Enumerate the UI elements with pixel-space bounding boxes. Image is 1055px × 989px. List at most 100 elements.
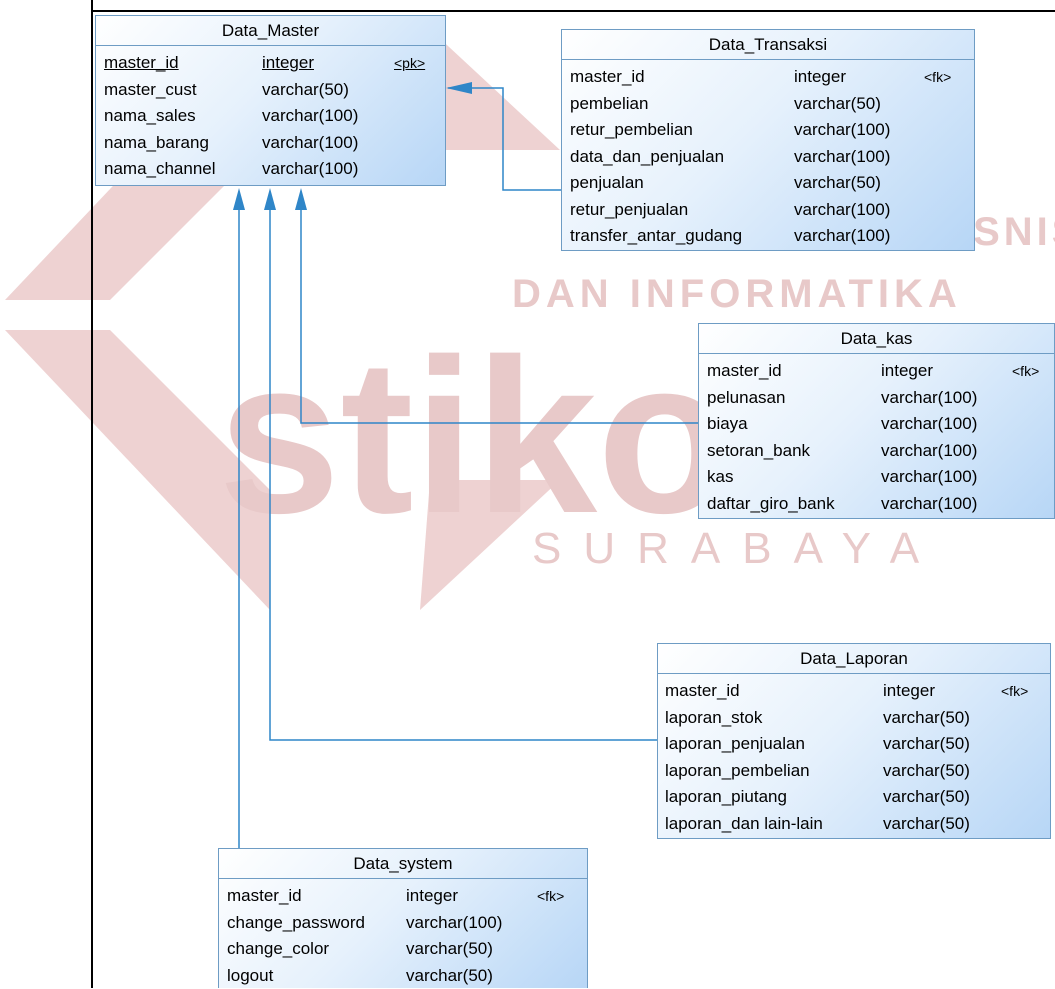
- connector-transaksi: [448, 88, 561, 190]
- attribute-name: master_id: [570, 64, 645, 91]
- attribute-type: varchar(100): [794, 117, 890, 144]
- attribute-type: varchar(100): [794, 223, 890, 250]
- attribute-row: pembelian varchar(50): [562, 91, 974, 118]
- attribute-type: varchar(50): [262, 77, 349, 104]
- attribute-row: daftar_giro_bank varchar(100): [699, 491, 1054, 518]
- arrowhead-transaksi: [446, 82, 472, 94]
- attribute-type: varchar(100): [262, 103, 358, 130]
- attribute-row: setoran_bank varchar(100): [699, 438, 1054, 465]
- attribute-key: <fk>: [1012, 358, 1039, 385]
- attribute-row: master_id integer <fk>: [562, 64, 974, 91]
- attribute-row: change_color varchar(50): [219, 936, 587, 963]
- attribute-row: retur_pembelian varchar(100): [562, 117, 974, 144]
- attribute-name: master_cust: [104, 77, 197, 104]
- attribute-row: laporan_piutang varchar(50): [658, 784, 1050, 811]
- attribute-key: <pk>: [394, 50, 425, 77]
- attribute-name: pembelian: [570, 91, 648, 118]
- attribute-type: integer: [262, 50, 314, 77]
- attribute-type: varchar(50): [883, 784, 970, 811]
- entity-data-kas[interactable]: Data_kas master_id integer <fk> pelunasa…: [698, 323, 1055, 519]
- attribute-name: laporan_pembelian: [665, 758, 810, 785]
- attribute-type: varchar(50): [883, 705, 970, 732]
- attribute-type: varchar(100): [262, 130, 358, 157]
- attribute-row: laporan_penjualan varchar(50): [658, 731, 1050, 758]
- attribute-type: varchar(100): [881, 438, 977, 465]
- attribute-type: varchar(100): [881, 385, 977, 412]
- arrowhead-laporan: [264, 188, 276, 210]
- attribute-type: varchar(50): [794, 170, 881, 197]
- attribute-row: data_dan_penjualan varchar(100): [562, 144, 974, 171]
- attribute-type: integer: [406, 883, 458, 910]
- entity-title: Data_system: [219, 849, 587, 879]
- attribute-name: master_id: [665, 678, 740, 705]
- attribute-row: nama_sales varchar(100): [96, 103, 445, 130]
- attribute-type: varchar(50): [794, 91, 881, 118]
- attribute-name: nama_sales: [104, 103, 196, 130]
- attribute-type: varchar(100): [794, 144, 890, 171]
- entity-data-system[interactable]: Data_system master_id integer <fk> chang…: [218, 848, 588, 988]
- attribute-key: <fk>: [924, 64, 951, 91]
- attribute-type: integer: [794, 64, 846, 91]
- attribute-type: varchar(50): [406, 963, 493, 989]
- entity-data-transaksi[interactable]: Data_Transaksi master_id integer <fk> pe…: [561, 29, 975, 251]
- attribute-row: nama_channel varchar(100): [96, 156, 445, 183]
- attribute-type: varchar(100): [794, 197, 890, 224]
- attribute-name: master_id: [104, 50, 179, 77]
- entity-data-laporan[interactable]: Data_Laporan master_id integer <fk> lapo…: [657, 643, 1051, 839]
- attribute-name: logout: [227, 963, 273, 989]
- attribute-row: master_id integer <pk>: [96, 50, 445, 77]
- attribute-row: logout varchar(50): [219, 963, 587, 989]
- attribute-type: integer: [883, 678, 935, 705]
- attribute-type: varchar(100): [881, 464, 977, 491]
- arrowhead-kas: [295, 188, 307, 210]
- attribute-type: varchar(100): [406, 910, 502, 937]
- attribute-name: setoran_bank: [707, 438, 810, 465]
- attribute-name: daftar_giro_bank: [707, 491, 835, 518]
- arrowhead-system: [233, 188, 245, 210]
- attribute-name: laporan_piutang: [665, 784, 787, 811]
- attribute-row: retur_penjualan varchar(100): [562, 197, 974, 224]
- entity-title: Data_Master: [96, 16, 445, 46]
- attribute-row: master_cust varchar(50): [96, 77, 445, 104]
- entity-title: Data_Laporan: [658, 644, 1050, 674]
- attribute-name: retur_pembelian: [570, 117, 693, 144]
- entity-data-master[interactable]: Data_Master master_id integer <pk> maste…: [95, 15, 446, 186]
- attribute-name: nama_channel: [104, 156, 216, 183]
- attribute-row: kas varchar(100): [699, 464, 1054, 491]
- attribute-key: <fk>: [537, 883, 564, 910]
- attribute-row: master_id integer <fk>: [699, 358, 1054, 385]
- connector-laporan: [270, 196, 657, 740]
- entity-title: Data_kas: [699, 324, 1054, 354]
- attribute-name: laporan_penjualan: [665, 731, 805, 758]
- attribute-row: pelunasan varchar(100): [699, 385, 1054, 412]
- attribute-type: varchar(50): [883, 811, 970, 838]
- attribute-row: laporan_dan lain-lain varchar(50): [658, 811, 1050, 838]
- attribute-name: change_color: [227, 936, 329, 963]
- attribute-name: nama_barang: [104, 130, 209, 157]
- attribute-row: nama_barang varchar(100): [96, 130, 445, 157]
- attribute-type: varchar(50): [406, 936, 493, 963]
- attribute-name: transfer_antar_gudang: [570, 223, 742, 250]
- attribute-key: <fk>: [1001, 678, 1028, 705]
- attribute-name: pelunasan: [707, 385, 785, 412]
- attribute-row: master_id integer <fk>: [658, 678, 1050, 705]
- attribute-type: varchar(50): [883, 758, 970, 785]
- attribute-type: varchar(100): [881, 491, 977, 518]
- attribute-name: master_id: [707, 358, 782, 385]
- attribute-row: laporan_stok varchar(50): [658, 705, 1050, 732]
- attribute-name: change_password: [227, 910, 365, 937]
- attribute-name: biaya: [707, 411, 748, 438]
- attribute-row: master_id integer <fk>: [219, 883, 587, 910]
- diagram-canvas: stikom INSTITUT BISNIS DAN INFORMATIKA S…: [0, 0, 1055, 988]
- attribute-row: penjualan varchar(50): [562, 170, 974, 197]
- attribute-type: varchar(100): [881, 411, 977, 438]
- attribute-type: integer: [881, 358, 933, 385]
- attribute-row: transfer_antar_gudang varchar(100): [562, 223, 974, 250]
- attribute-type: varchar(50): [883, 731, 970, 758]
- attribute-row: biaya varchar(100): [699, 411, 1054, 438]
- attribute-name: penjualan: [570, 170, 644, 197]
- entity-title: Data_Transaksi: [562, 30, 974, 60]
- attribute-row: laporan_pembelian varchar(50): [658, 758, 1050, 785]
- attribute-name: master_id: [227, 883, 302, 910]
- attribute-type: varchar(100): [262, 156, 358, 183]
